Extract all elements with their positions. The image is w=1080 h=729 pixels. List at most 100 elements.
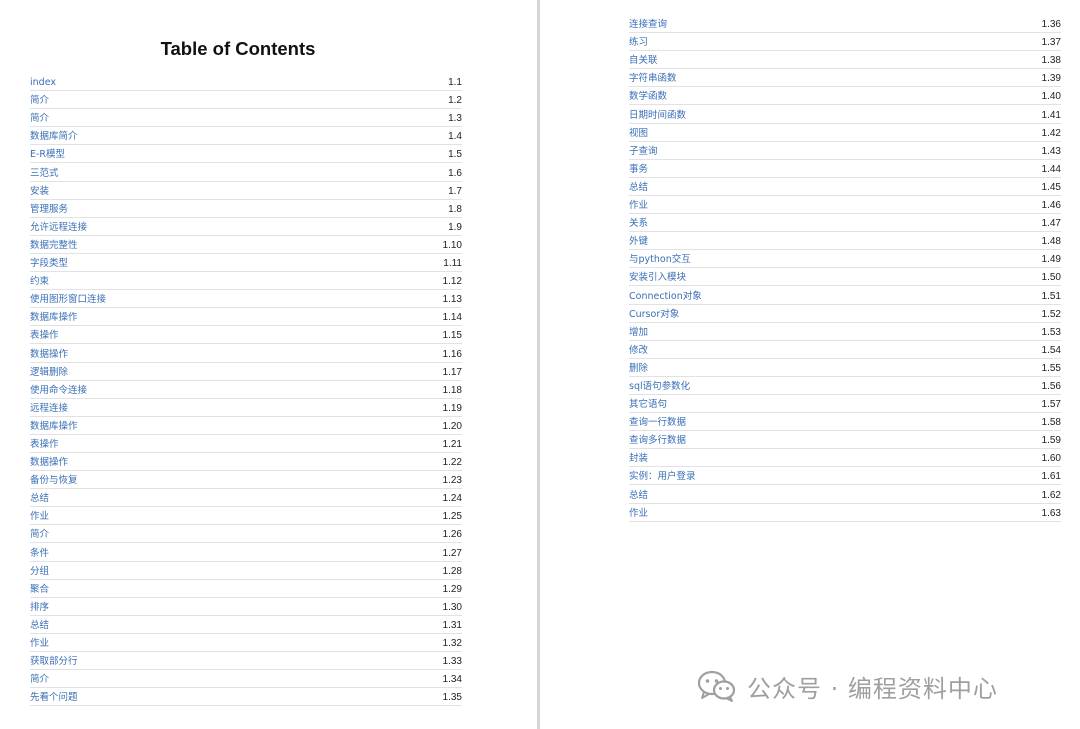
toc-entry[interactable]: 作业 1.25	[30, 507, 462, 526]
toc-entry[interactable]: 简介 1.34	[30, 670, 462, 689]
toc-entry[interactable]: 条件 1.27	[30, 543, 462, 562]
toc-entry-link[interactable]: 增加	[629, 324, 648, 338]
toc-entry-link[interactable]: 日期时间函数	[629, 107, 686, 121]
toc-entry[interactable]: 获取部分行 1.33	[30, 652, 462, 671]
toc-entry-link[interactable]: 封装	[629, 450, 648, 464]
toc-entry-link[interactable]: 修改	[629, 342, 648, 356]
toc-entry[interactable]: 表操作 1.15	[30, 326, 462, 345]
toc-entry-link[interactable]: 数据完整性	[30, 237, 78, 251]
toc-entry[interactable]: 简介 1.3	[30, 109, 462, 128]
toc-entry-link[interactable]: 自关联	[629, 52, 658, 66]
toc-entry[interactable]: 简介 1.2	[30, 91, 462, 110]
toc-entry[interactable]: 日期时间函数 1.41	[629, 105, 1061, 124]
toc-entry[interactable]: 数据操作 1.16	[30, 344, 462, 363]
toc-entry-link[interactable]: 连接查询	[629, 16, 667, 30]
toc-entry[interactable]: 简介 1.26	[30, 525, 462, 544]
toc-entry[interactable]: 其它语句 1.57	[629, 395, 1061, 414]
toc-entry-link[interactable]: 总结	[30, 490, 49, 504]
toc-entry[interactable]: 事务 1.44	[629, 160, 1061, 178]
toc-entry[interactable]: index 1.1	[30, 73, 462, 92]
toc-entry[interactable]: 作业 1.32	[30, 634, 462, 652]
toc-entry[interactable]: 封装 1.60	[629, 449, 1061, 468]
toc-entry[interactable]: 删除 1.55	[629, 359, 1061, 377]
toc-entry-link[interactable]: E-R模型	[30, 146, 65, 160]
toc-entry-link[interactable]: 允许远程连接	[30, 219, 87, 233]
toc-entry-link[interactable]: 其它语句	[629, 396, 667, 410]
toc-entry[interactable]: 字段类型 1.11	[30, 254, 462, 273]
toc-entry[interactable]: 外键 1.48	[629, 232, 1061, 251]
toc-entry[interactable]: 备份与恢复 1.23	[30, 471, 462, 490]
toc-entry[interactable]: 实例：用户登录 1.61	[629, 467, 1061, 486]
toc-entry-link[interactable]: 数据操作	[30, 346, 68, 360]
toc-entry-link[interactable]: 视图	[629, 125, 648, 139]
toc-entry-link[interactable]: 查询多行数据	[629, 432, 686, 446]
toc-entry-link[interactable]: Connection对象	[629, 288, 702, 302]
toc-entry[interactable]: Connection对象 1.51	[629, 286, 1061, 305]
toc-entry-link[interactable]: 数学函数	[629, 88, 667, 102]
toc-entry-link[interactable]: 安装	[30, 183, 49, 197]
toc-entry[interactable]: 安装 1.7	[30, 182, 462, 200]
toc-entry-link[interactable]: 表操作	[30, 327, 59, 341]
toc-entry[interactable]: 练习 1.37	[629, 33, 1061, 52]
toc-entry[interactable]: 连接查询 1.36	[629, 15, 1061, 34]
toc-entry-link[interactable]: 总结	[30, 617, 49, 631]
toc-entry[interactable]: 视图 1.42	[629, 124, 1061, 142]
toc-entry[interactable]: E-R模型 1.5	[30, 145, 462, 164]
toc-entry[interactable]: 与python交互 1.49	[629, 250, 1061, 269]
toc-entry-link[interactable]: 使用图形窗口连接	[30, 291, 106, 305]
toc-entry-link[interactable]: 与python交互	[629, 251, 691, 265]
toc-entry-link[interactable]: 查询一行数据	[629, 414, 686, 428]
toc-entry-link[interactable]: 简介	[30, 671, 49, 685]
toc-entry[interactable]: 管理服务 1.8	[30, 200, 462, 218]
toc-entry-link[interactable]: 关系	[629, 215, 648, 229]
toc-entry-link[interactable]: 远程连接	[30, 400, 68, 414]
toc-entry[interactable]: 总结 1.31	[30, 616, 462, 634]
toc-entry[interactable]: 排序 1.30	[30, 598, 462, 616]
toc-entry[interactable]: 自关联 1.38	[629, 51, 1061, 70]
toc-entry-link[interactable]: 作业	[30, 635, 49, 649]
toc-entry-link[interactable]: 简介	[30, 526, 49, 540]
toc-entry-link[interactable]: 逻辑删除	[30, 364, 68, 378]
toc-entry[interactable]: 总结 1.62	[629, 485, 1061, 504]
toc-entry-link[interactable]: 备份与恢复	[30, 472, 78, 486]
toc-entry[interactable]: Cursor对象 1.52	[629, 305, 1061, 323]
toc-entry-link[interactable]: 字段类型	[30, 255, 68, 269]
toc-entry[interactable]: 数据完整性 1.10	[30, 236, 462, 254]
toc-entry[interactable]: 作业 1.46	[629, 196, 1061, 215]
toc-entry[interactable]: 关系 1.47	[629, 214, 1061, 233]
toc-entry-link[interactable]: index	[30, 77, 56, 88]
toc-entry[interactable]: 查询多行数据 1.59	[629, 431, 1061, 450]
toc-entry-link[interactable]: 作业	[629, 197, 648, 211]
toc-entry-link[interactable]: 总结	[629, 179, 648, 193]
toc-entry[interactable]: 数据库简介 1.4	[30, 127, 462, 146]
toc-entry[interactable]: 作业 1.63	[629, 504, 1061, 522]
toc-entry[interactable]: 子查询 1.43	[629, 142, 1061, 160]
toc-entry-link[interactable]: Cursor对象	[629, 306, 679, 320]
toc-entry[interactable]: 约束 1.12	[30, 272, 462, 291]
toc-entry[interactable]: 远程连接 1.19	[30, 399, 462, 417]
toc-entry[interactable]: 先看个问题 1.35	[30, 688, 462, 707]
toc-entry-link[interactable]: 子查询	[629, 143, 658, 157]
toc-entry-link[interactable]: 约束	[30, 273, 49, 287]
toc-entry-link[interactable]: 作业	[629, 505, 648, 519]
toc-entry[interactable]: 安装引入模块 1.50	[629, 268, 1061, 287]
toc-entry-link[interactable]: 数据库操作	[30, 418, 78, 432]
toc-entry-link[interactable]: 聚合	[30, 581, 49, 595]
toc-entry[interactable]: 数学函数 1.40	[629, 87, 1061, 106]
toc-entry-link[interactable]: sql语句参数化	[629, 378, 690, 392]
toc-entry[interactable]: 三范式 1.6	[30, 163, 462, 182]
toc-entry[interactable]: 字符串函数 1.39	[629, 69, 1061, 88]
toc-entry[interactable]: 总结 1.45	[629, 178, 1061, 196]
toc-entry[interactable]: 数据库操作 1.14	[30, 308, 462, 327]
toc-entry-link[interactable]: 三范式	[30, 165, 59, 179]
toc-entry[interactable]: 逻辑删除 1.17	[30, 363, 462, 381]
toc-entry-link[interactable]: 数据库操作	[30, 309, 78, 323]
toc-entry-link[interactable]: 分组	[30, 563, 49, 577]
toc-entry-link[interactable]: 简介	[30, 92, 49, 106]
toc-entry-link[interactable]: 表操作	[30, 436, 59, 450]
toc-entry-link[interactable]: 获取部分行	[30, 653, 78, 667]
toc-entry-link[interactable]: 使用命令连接	[30, 382, 87, 396]
toc-entry[interactable]: sql语句参数化 1.56	[629, 377, 1061, 395]
toc-entry[interactable]: 增加 1.53	[629, 323, 1061, 341]
toc-entry[interactable]: 分组 1.28	[30, 562, 462, 580]
